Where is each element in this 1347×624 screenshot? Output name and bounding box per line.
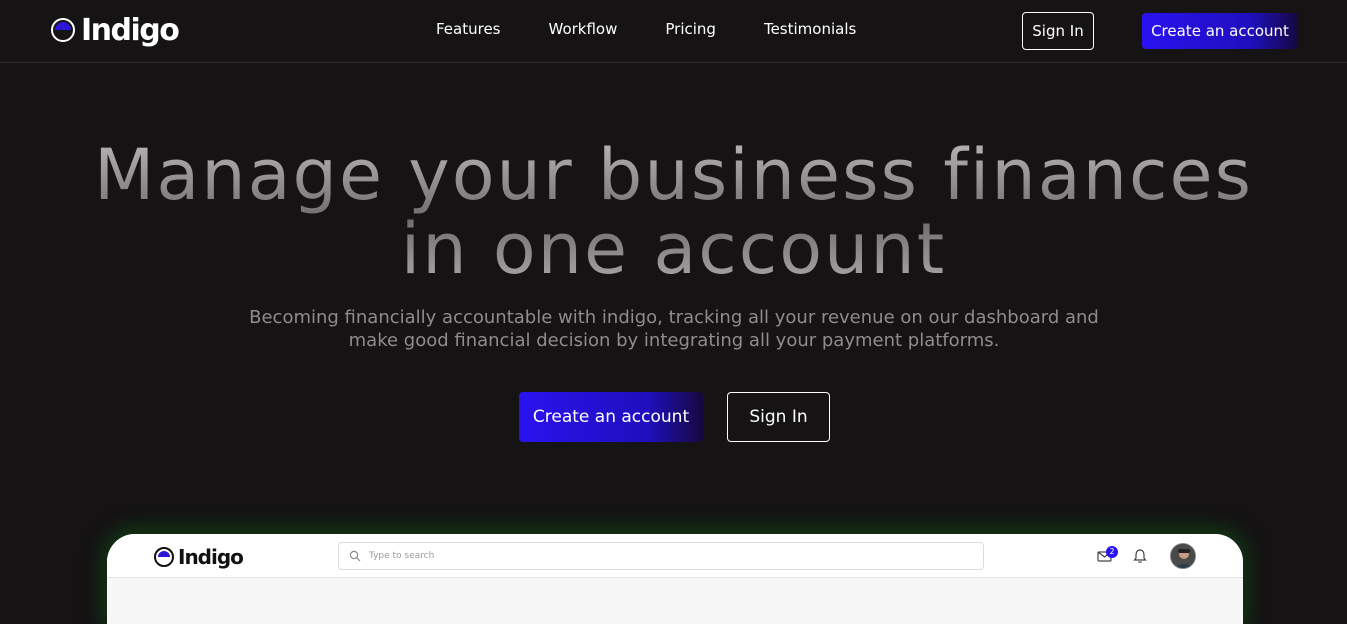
preview-body [107, 578, 1243, 624]
nav-link-features[interactable]: Features [436, 20, 501, 38]
hero-title-line-1: Manage your business finances [93, 134, 1254, 216]
bell-icon[interactable] [1131, 547, 1149, 565]
hero-sign-in-button[interactable]: Sign In [727, 392, 830, 442]
dashboard-preview: Indigo 2 [107, 534, 1243, 624]
brand-name: Indigo [81, 12, 180, 48]
preview-search-box[interactable] [338, 542, 984, 570]
nav-links: Features Workflow Pricing Testimonials [436, 20, 856, 38]
nav-sign-in-button[interactable]: Sign In [1022, 12, 1094, 50]
nav-link-pricing[interactable]: Pricing [665, 20, 716, 38]
brand-logo[interactable]: Indigo [51, 12, 180, 48]
preview-logo-mark-icon [154, 547, 174, 567]
hero-subtitle: Becoming financially accountable with in… [249, 307, 1099, 351]
avatar-image [1171, 544, 1195, 568]
preview-logo: Indigo [154, 545, 244, 569]
avatar[interactable] [1170, 543, 1196, 569]
search-icon [349, 550, 361, 562]
top-navbar: Indigo Features Workflow Pricing Testimo… [0, 0, 1347, 63]
nav-link-workflow[interactable]: Workflow [549, 20, 618, 38]
nav-create-account-button[interactable]: Create an account [1142, 13, 1298, 49]
hero-title: Manage your business finances in one acc… [0, 138, 1347, 286]
hero-create-account-button[interactable]: Create an account [519, 392, 703, 442]
preview-search-input[interactable] [369, 551, 929, 561]
logo-mark-icon [51, 18, 75, 42]
preview-topbar: Indigo 2 [107, 534, 1243, 578]
hero-title-line-2: in one account [400, 208, 947, 290]
mail-badge: 2 [1106, 546, 1118, 558]
preview-brand-name: Indigo [178, 545, 244, 569]
nav-link-testimonials[interactable]: Testimonials [764, 20, 856, 38]
